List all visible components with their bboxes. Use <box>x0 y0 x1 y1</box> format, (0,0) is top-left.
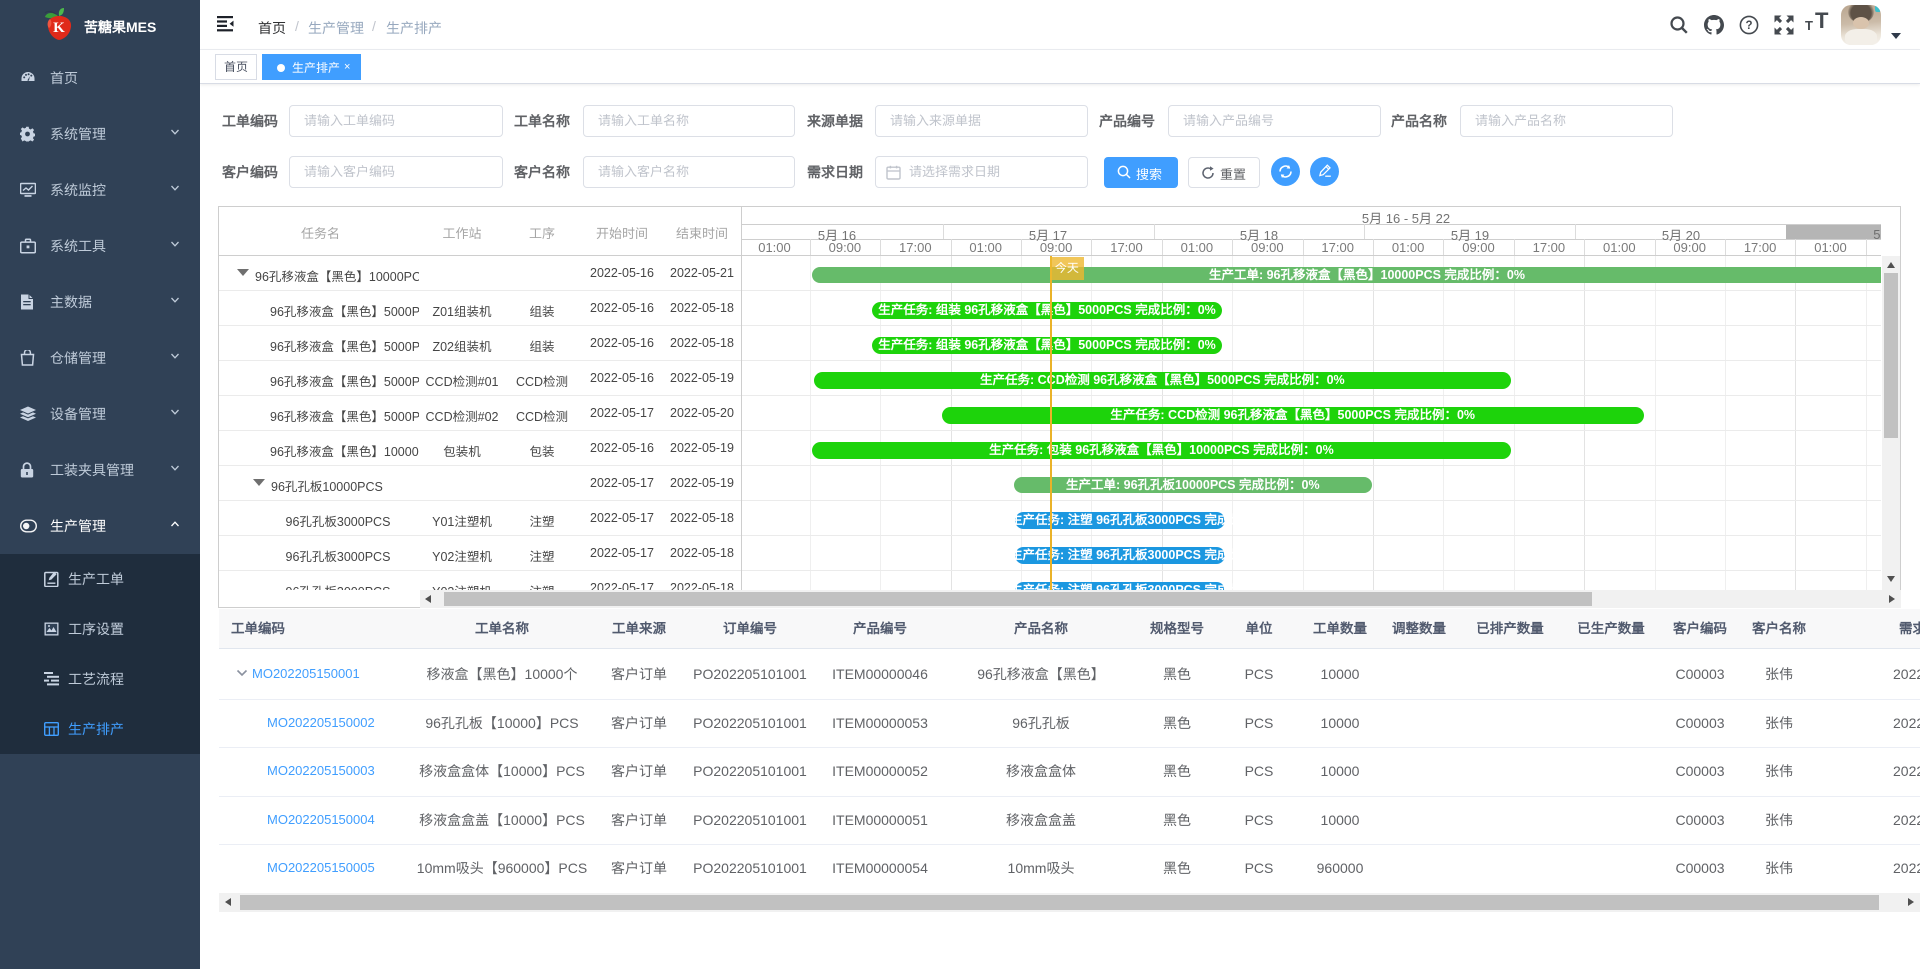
svg-text:?: ? <box>1745 20 1752 32</box>
svg-text:K: K <box>53 20 65 36</box>
